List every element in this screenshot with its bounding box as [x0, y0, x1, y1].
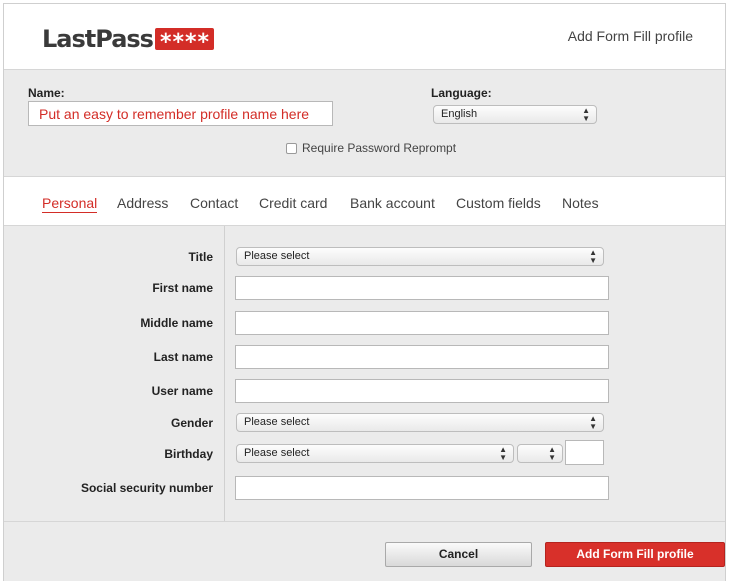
birthday-year-input[interactable] [565, 440, 604, 465]
first-name-input[interactable] [235, 276, 609, 300]
footer: Cancel Add Form Fill profile [4, 522, 725, 581]
logo-text: LastPass [42, 25, 154, 53]
ssn-input[interactable] [235, 476, 609, 500]
tab-contact[interactable]: Contact [190, 195, 238, 211]
tab-bar: Personal Address Contact Credit card Ban… [4, 177, 725, 226]
up-down-arrows-icon: ▲ ▼ [548, 445, 556, 462]
profile-name-input[interactable] [28, 101, 333, 126]
user-name-label: User name [151, 384, 213, 398]
reprompt-checkbox[interactable] [286, 142, 297, 154]
profile-section: Name: Language: English ▲▼ Require Passw… [4, 70, 725, 177]
last-name-label: Last name [153, 350, 213, 364]
language-label: Language: [431, 86, 492, 100]
tab-notes[interactable]: Notes [562, 195, 599, 211]
gender-label: Gender [170, 416, 213, 430]
lastpass-logo: LastPass **** [42, 24, 214, 54]
middle-name-input[interactable] [235, 311, 609, 335]
ssn-label: Social security number [80, 481, 213, 495]
personal-form: Title Please select ▲ ▼ First name Middle… [4, 226, 725, 522]
tab-credit-card[interactable]: Credit card [259, 195, 327, 211]
name-label: Name: [28, 86, 65, 100]
tab-address[interactable]: Address [117, 195, 168, 211]
dialog-title: Add Form Fill profile [567, 28, 693, 44]
up-down-arrows-icon: ▲ ▼ [589, 414, 597, 431]
language-value: English [441, 108, 478, 120]
last-name-input[interactable] [235, 345, 609, 369]
language-select[interactable]: English ▲ ▼ [433, 105, 597, 124]
header: LastPass **** Add Form Fill profile [4, 4, 725, 70]
birthday-label: Birthday [164, 447, 213, 461]
up-down-arrows-icon: ▲ ▼ [582, 106, 590, 123]
user-name-input[interactable] [235, 379, 609, 403]
tab-custom-fields[interactable]: Custom fields [456, 195, 541, 211]
birthday-month-select[interactable]: Please select ▲ ▼ [236, 444, 514, 463]
form-fill-dialog: LastPass **** Add Form Fill profile Name… [3, 3, 726, 581]
up-down-arrows-icon: ▲ ▼ [499, 445, 507, 462]
tab-bank-account[interactable]: Bank account [350, 195, 435, 211]
title-select[interactable]: Please select ▲ ▼ [236, 247, 604, 266]
cancel-button[interactable]: Cancel [385, 542, 532, 567]
first-name-label: First name [152, 281, 213, 295]
form-divider [224, 226, 225, 521]
logo-stars: **** [154, 28, 214, 50]
reprompt-label: Require Password Reprompt [302, 141, 457, 155]
gender-select-value: Please select [244, 416, 310, 428]
gender-select[interactable]: Please select ▲ ▼ [236, 413, 604, 432]
tab-personal[interactable]: Personal [42, 195, 98, 213]
up-down-arrows-icon: ▲ ▼ [589, 248, 597, 265]
middle-name-label: Middle name [140, 316, 213, 330]
title-label: Title [188, 250, 213, 264]
birthday-select-value: Please select [244, 447, 310, 459]
title-select-value: Please select [244, 250, 310, 262]
reprompt-row[interactable]: Require Password Reprompt [286, 141, 456, 155]
birthday-day-select[interactable]: ▲ ▼ [517, 444, 563, 463]
add-profile-button[interactable]: Add Form Fill profile [545, 542, 725, 567]
